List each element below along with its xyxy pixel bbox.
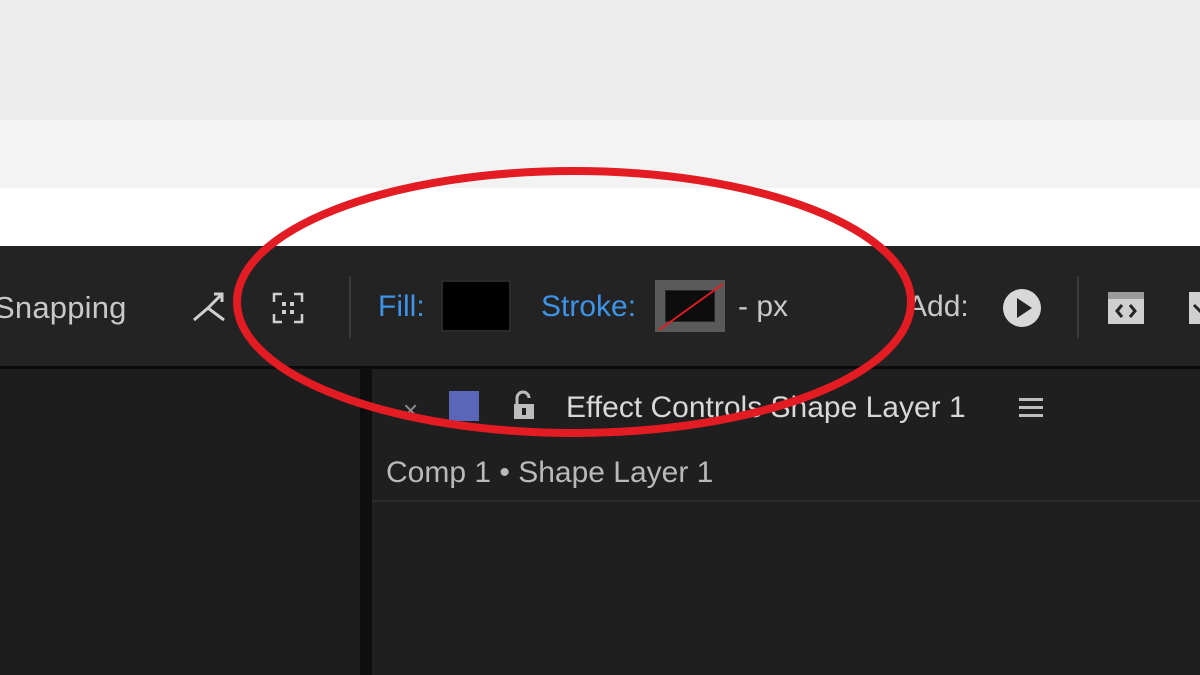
toolbar-divider	[349, 276, 351, 338]
add-label: Add:	[907, 290, 969, 323]
stroke-width-value[interactable]: - px	[738, 290, 788, 324]
panel-header-rule	[372, 500, 1200, 502]
panel-menu-icon[interactable]	[1017, 395, 1045, 421]
tool-icon[interactable]	[1186, 287, 1200, 329]
close-panel-button[interactable]: ×	[403, 395, 418, 426]
unlock-icon[interactable]	[510, 390, 540, 422]
fill-label[interactable]: Fill:	[378, 290, 425, 324]
fill-color-swatch[interactable]	[441, 280, 511, 332]
panel-divider[interactable]	[360, 369, 372, 675]
no-stroke-slash-icon	[658, 283, 724, 331]
browser-area-top	[0, 0, 1200, 120]
layer-color-label	[449, 391, 479, 421]
selection-icon[interactable]	[270, 290, 306, 326]
browser-area-mid	[0, 120, 1200, 188]
panel-title[interactable]: Effect Controls Shape Layer 1	[566, 391, 966, 425]
project-panel	[0, 369, 360, 675]
stroke-label[interactable]: Stroke:	[541, 290, 636, 324]
comp-layer-path: Comp 1 • Shape Layer 1	[386, 456, 714, 489]
browser-area-white	[0, 188, 1200, 246]
play-icon[interactable]	[1001, 287, 1043, 329]
snap-arrow-icon[interactable]	[190, 288, 228, 326]
tool-icon[interactable]	[1105, 287, 1147, 329]
snapping-label[interactable]: Snapping	[0, 290, 127, 326]
toolbar-divider	[1077, 276, 1079, 338]
stroke-color-swatch[interactable]	[655, 280, 725, 332]
